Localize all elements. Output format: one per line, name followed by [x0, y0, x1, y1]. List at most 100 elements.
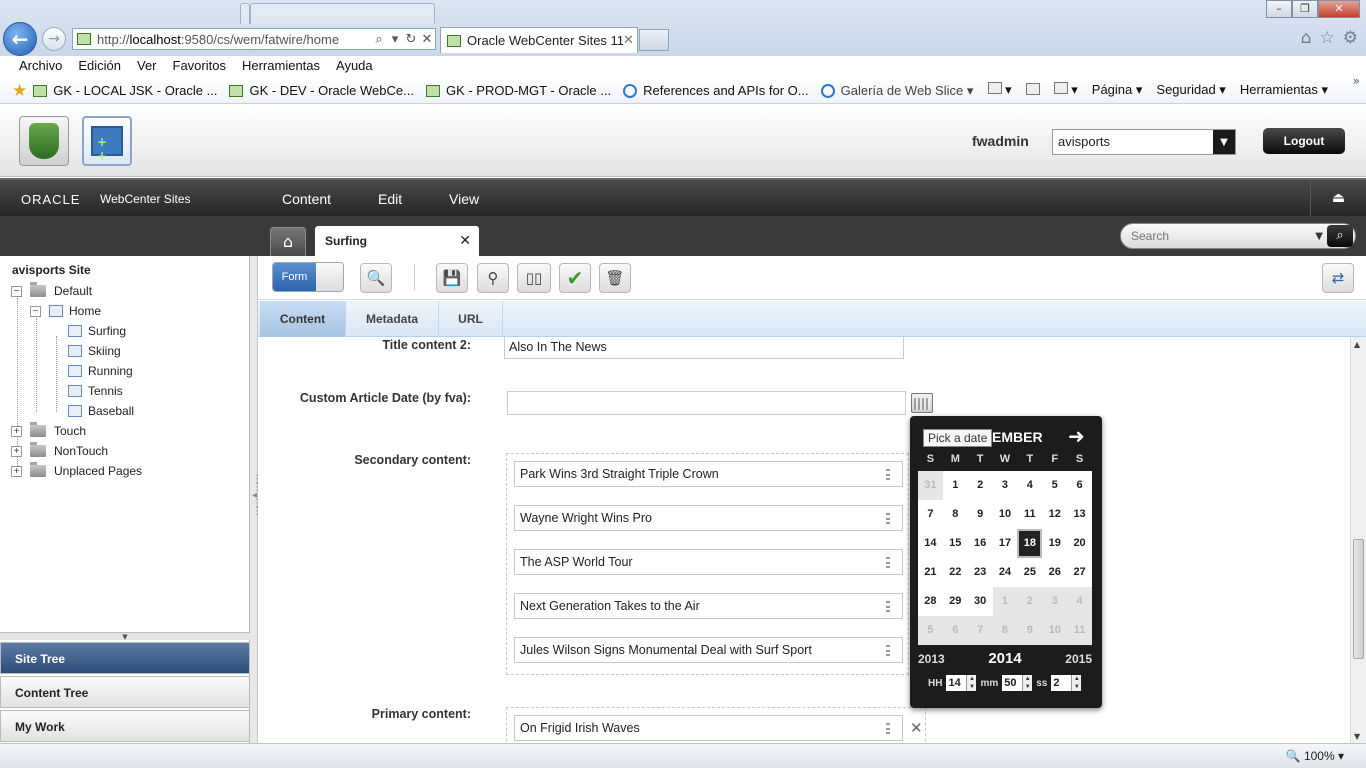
chevron-right-icon[interactable]: »: [1353, 74, 1360, 88]
zoom-level[interactable]: 🔍 100% ▾: [1286, 749, 1344, 763]
tree-node-nontouch[interactable]: + NonTouch: [11, 442, 108, 460]
favorite-link[interactable]: GK - DEV - Oracle WebCe...: [229, 83, 414, 98]
date-picker-day[interactable]: 26: [1042, 558, 1068, 587]
new-tab-button[interactable]: [639, 29, 669, 51]
date-picker-day[interactable]: 8: [992, 616, 1018, 645]
drag-handle-icon[interactable]: [886, 513, 890, 524]
background-tab[interactable]: [250, 3, 435, 24]
address-url[interactable]: http://localhost:9580/cs/wem/fatwire/hom…: [97, 32, 371, 47]
close-icon[interactable]: ✕: [459, 233, 471, 249]
date-picker-day[interactable]: 9: [1017, 616, 1043, 645]
date-picker-day[interactable]: 24: [992, 558, 1018, 587]
checkin-check-icon[interactable]: ✔: [559, 263, 591, 293]
collapse-icon[interactable]: −: [11, 285, 22, 297]
back-button[interactable]: ←: [3, 22, 37, 56]
custom-date-input[interactable]: [507, 391, 906, 415]
accordion-site-tree[interactable]: Site Tree: [0, 642, 250, 674]
date-picker-day[interactable]: 30: [967, 587, 993, 616]
site-select[interactable]: avisports ▼: [1052, 129, 1236, 155]
expand-icon[interactable]: +: [11, 425, 22, 437]
next-year[interactable]: 2015: [1065, 652, 1092, 666]
date-picker-day[interactable]: 10: [1042, 616, 1068, 645]
tree-node-baseball[interactable]: Baseball: [68, 402, 134, 420]
date-picker-day[interactable]: 19: [1042, 529, 1068, 558]
spinner-arrows-icon[interactable]: ▲ ▼: [1022, 675, 1033, 691]
menu-herramientas[interactable]: Herramientas: [242, 56, 320, 78]
close-window-button[interactable]: ✕: [1318, 0, 1360, 18]
nav-menu-edit[interactable]: Edit: [378, 191, 402, 207]
date-picker-day[interactable]: 2: [1017, 587, 1043, 616]
date-picker-day[interactable]: 1: [942, 471, 968, 500]
scroll-down-icon[interactable]: ▼: [1354, 732, 1360, 741]
secondary-content-item[interactable]: Park Wins 3rd Straight Triple Crown: [514, 461, 903, 487]
menu-archivo[interactable]: Archivo: [19, 56, 62, 78]
spinner-arrows-icon[interactable]: ▲ ▼: [966, 675, 977, 691]
favorite-link[interactable]: GK - PROD-MGT - Oracle ...: [425, 83, 611, 98]
collapse-header-icon[interactable]: ⏏: [1310, 180, 1366, 216]
date-picker-day[interactable]: 5: [918, 616, 943, 645]
date-picker-day[interactable]: 20: [1067, 529, 1092, 558]
spinner-arrows-icon[interactable]: ▲ ▼: [1071, 675, 1082, 691]
drag-handle-icon[interactable]: [886, 557, 890, 568]
minute-value[interactable]: 50: [1002, 675, 1023, 691]
drag-handle-icon[interactable]: [886, 723, 890, 734]
drag-handle-icon[interactable]: [886, 601, 890, 612]
accordion-content-tree[interactable]: Content Tree: [0, 676, 250, 708]
subtab-content[interactable]: Content: [260, 301, 346, 337]
collapse-panel-icon[interactable]: ▼: [0, 632, 250, 641]
contributor-app-tile[interactable]: [82, 116, 132, 166]
menu-edicion[interactable]: Edición: [78, 56, 121, 78]
date-picker-day[interactable]: 7: [967, 616, 993, 645]
date-picker-day[interactable]: 23: [967, 558, 993, 587]
chevron-down-icon[interactable]: ▼: [1213, 130, 1235, 154]
date-picker-day[interactable]: 21: [918, 558, 943, 587]
date-picker-day[interactable]: 13: [1067, 500, 1092, 529]
date-picker-day[interactable]: 22: [942, 558, 968, 587]
date-picker-day[interactable]: 5: [1042, 471, 1068, 500]
secondary-content-item[interactable]: The ASP World Tour: [514, 549, 903, 575]
panel-splitter[interactable]: ⋮ ⋮ ◂ ⋮ ⋮: [250, 256, 262, 743]
stop-icon[interactable]: ✕: [419, 32, 435, 47]
date-picker-day[interactable]: 14: [918, 529, 943, 558]
calendar-icon[interactable]: [911, 393, 933, 413]
save-icon[interactable]: 💾: [436, 263, 468, 293]
page-menu[interactable]: Página ▾: [1092, 82, 1143, 98]
previous-year[interactable]: 2013: [918, 652, 945, 666]
date-picker-day[interactable]: 11: [1067, 616, 1092, 645]
date-picker-day[interactable]: 6: [942, 616, 968, 645]
doc-tab-surfing[interactable]: Surfing ✕: [315, 226, 479, 256]
date-picker-day[interactable]: 12: [1042, 500, 1068, 529]
hour-stepper[interactable]: 14 ▲ ▼: [946, 675, 977, 691]
browser-tab-active[interactable]: Oracle WebCenter Sites 11g... ✕: [440, 27, 638, 53]
minute-stepper[interactable]: 50 ▲ ▼: [1002, 675, 1033, 691]
admin-app-tile[interactable]: [19, 116, 69, 166]
tree-node-unplaced[interactable]: + Unplaced Pages: [11, 462, 142, 480]
nav-menu-content[interactable]: Content: [282, 191, 331, 207]
remove-icon[interactable]: ✕: [910, 719, 923, 737]
date-picker-day[interactable]: 28: [918, 587, 943, 616]
date-picker-day[interactable]: 3: [992, 471, 1018, 500]
maximize-button[interactable]: ❐: [1292, 0, 1318, 18]
drag-handle-icon[interactable]: [886, 645, 890, 656]
rss-feed-button[interactable]: ▾: [987, 82, 1012, 98]
refresh-sync-icon[interactable]: ⇄: [1322, 263, 1354, 293]
favorite-link[interactable]: References and APIs for O...: [623, 83, 809, 98]
tree-node-touch[interactable]: + Touch: [11, 422, 86, 440]
date-picker-day[interactable]: 25: [1017, 558, 1043, 587]
favorite-link[interactable]: GK - LOCAL JSK - Oracle ...: [33, 83, 217, 98]
web-slice-gallery-link[interactable]: Galería de Web Slice ▾: [820, 83, 973, 99]
tree-node-home[interactable]: − Home: [30, 302, 101, 320]
tree-node-surfing[interactable]: Surfing: [68, 322, 126, 340]
drag-handle-icon[interactable]: [886, 469, 890, 480]
date-picker-day[interactable]: 6: [1067, 471, 1092, 500]
forward-button[interactable]: →: [42, 27, 66, 51]
expand-icon[interactable]: +: [11, 465, 22, 477]
date-picker-day[interactable]: 29: [942, 587, 968, 616]
date-picker-day[interactable]: 3: [1042, 587, 1068, 616]
preview-search-icon[interactable]: 🔍: [360, 263, 392, 293]
menu-ver[interactable]: Ver: [137, 56, 157, 78]
nav-menu-view[interactable]: View: [449, 191, 479, 207]
secondary-content-item[interactable]: Wayne Wright Wins Pro: [514, 505, 903, 531]
home-icon[interactable]: ⌂: [1301, 28, 1312, 48]
second-stepper[interactable]: 2 ▲ ▼: [1051, 675, 1082, 691]
